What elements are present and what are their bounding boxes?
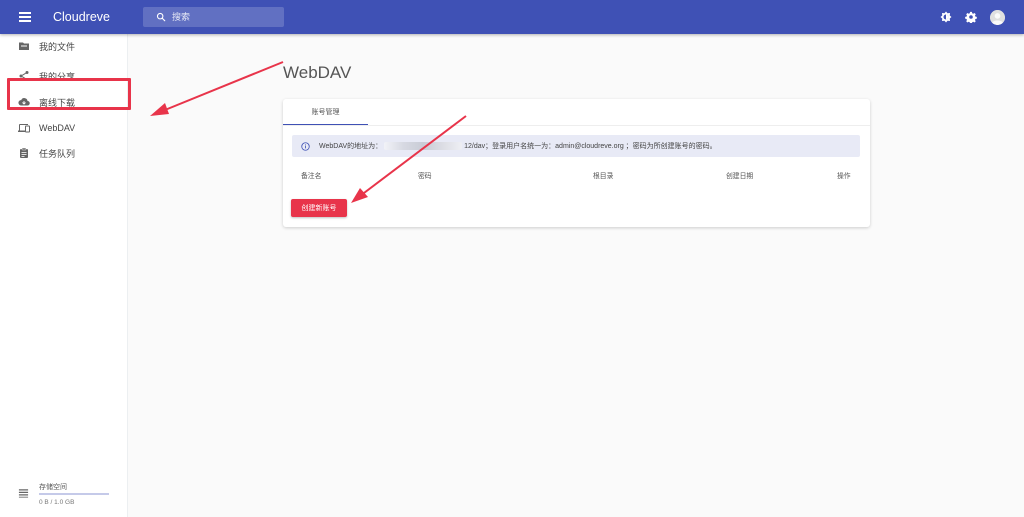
- cloud-download-icon: [18, 96, 30, 108]
- column-header-password: 密码: [418, 173, 432, 180]
- column-header-root-dir: 根目录: [593, 173, 614, 180]
- search-box[interactable]: [142, 7, 284, 27]
- column-header-created-date: 创建日期: [726, 173, 754, 180]
- redacted-address: [384, 142, 463, 151]
- clipboard-icon: [18, 147, 30, 159]
- menu-icon[interactable]: [19, 10, 37, 24]
- share-icon: [18, 70, 30, 82]
- folder-icon: [18, 40, 30, 52]
- app-bar: Cloudreve: [0, 0, 1024, 34]
- settings-gear-icon[interactable]: [965, 11, 977, 23]
- search-input[interactable]: [171, 12, 272, 22]
- app-title: Cloudreve: [53, 10, 110, 24]
- arrow-to-webdav-nav: [150, 61, 284, 116]
- sidebar-item-my-shares[interactable]: 我的分享: [0, 64, 128, 88]
- storage-value: 0 B / 1.0 GB: [39, 499, 75, 506]
- alert-suffix: 12/dav；登录用户名统一为：admin@cloudreve.org ；密码为…: [464, 143, 717, 150]
- webdav-card: 账号管理 WebDAV的地址为： 12/dav；登录用户名统一为：admin@cl…: [283, 99, 870, 227]
- search-icon: [156, 12, 166, 22]
- tab-account-management[interactable]: 账号管理: [283, 99, 368, 125]
- sidebar-item-webdav[interactable]: WebDAV: [0, 116, 128, 140]
- storage-label: 存储空间: [39, 484, 67, 491]
- column-header-remark: 备注名: [301, 173, 322, 180]
- storage-panel: 存储空间 0 B / 1.0 GB: [0, 480, 128, 510]
- sidebar-item-label: 我的文件: [39, 41, 76, 52]
- info-icon: [301, 141, 310, 151]
- devices-icon: [18, 122, 30, 134]
- table-header: 备注名 密码 根目录 创建日期 操作: [283, 165, 870, 183]
- annotation-arrows: [150, 61, 467, 203]
- create-account-button[interactable]: 创建新账号: [291, 199, 347, 217]
- storage-icon: [18, 485, 29, 498]
- sidebar-item-label: 任务队列: [39, 148, 76, 159]
- sidebar-item-my-files[interactable]: 我的文件: [0, 34, 128, 58]
- sidebar-item-label: 我的分享: [39, 71, 76, 82]
- sidebar-item-label: WebDAV: [39, 123, 76, 133]
- theme-toggle-icon[interactable]: [940, 11, 952, 23]
- sidebar-item-label: 离线下载: [39, 97, 76, 108]
- column-header-actions: 操作: [837, 173, 851, 180]
- sidebar: 我的文件 我的分享 离线下载 WebDAV 任务队列 存储空间 0 B / 1.…: [0, 34, 128, 517]
- storage-progress-bar: [39, 493, 109, 495]
- sidebar-item-offline-download[interactable]: 离线下载: [0, 90, 128, 114]
- avatar[interactable]: [990, 9, 1005, 25]
- page-title: WebDAV: [283, 63, 352, 82]
- alert-text: WebDAV的地址为： 12/dav；登录用户名统一为：admin@cloudre…: [319, 141, 717, 151]
- alert-prefix: WebDAV的地址为：: [319, 143, 383, 150]
- tabs-divider: [283, 125, 870, 126]
- sidebar-item-task-queue[interactable]: 任务队列: [0, 141, 128, 165]
- info-alert: WebDAV的地址为： 12/dav；登录用户名统一为：admin@cloudre…: [292, 135, 860, 157]
